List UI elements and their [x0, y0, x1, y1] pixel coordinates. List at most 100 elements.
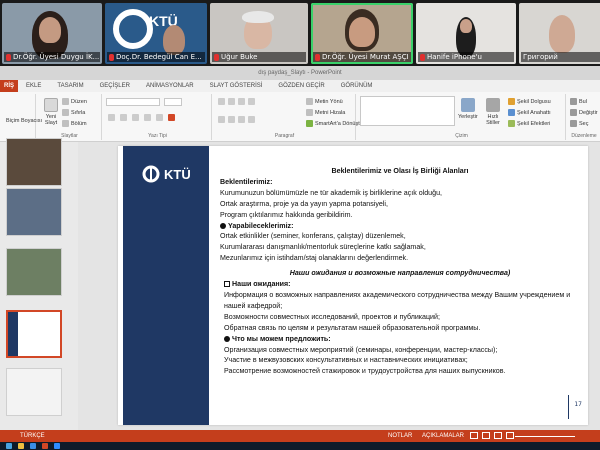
- smartart-button[interactable]: SmartArt'a Dönüştür: [306, 120, 365, 127]
- tab-animations[interactable]: ANİMASYONLAR: [138, 80, 202, 92]
- tab-view[interactable]: GÖRÜNÜM: [333, 80, 381, 92]
- italic-icon[interactable]: [120, 114, 127, 121]
- logo-text: KTÜ: [164, 166, 191, 182]
- new-slide-button[interactable]: Yeni Slayt: [40, 98, 62, 126]
- font-name-dropdown[interactable]: [106, 98, 160, 106]
- notes-button[interactable]: NOTLAR: [388, 433, 412, 439]
- slide-sorter-icon[interactable]: [482, 432, 490, 439]
- justify-icon[interactable]: [248, 116, 255, 123]
- slide-text-line: Beklentilerimiz ve Olası İş Birliği Alan…: [220, 166, 580, 177]
- paragraph-group-label: Paragraf: [274, 133, 295, 139]
- slide-text-line: Обратная связь по целям и результатам на…: [220, 323, 580, 334]
- slide-thumbnail[interactable]: [6, 368, 62, 416]
- text-direction-button[interactable]: Metin Yönü: [306, 98, 343, 105]
- comments-button[interactable]: AÇIKLAMALAR: [422, 433, 464, 439]
- participant-name: Dr.Öğr. Üyesi Duygu İK...: [13, 53, 100, 61]
- find-icon: [570, 98, 577, 105]
- slide-text-line: Информация о возможных направлениях акад…: [220, 290, 580, 312]
- slide-thumbnail-selected[interactable]: [6, 310, 62, 358]
- participant-tile-3[interactable]: Uğur Buke: [210, 3, 308, 64]
- bold-icon[interactable]: [108, 114, 115, 121]
- powerpoint-icon[interactable]: [42, 443, 48, 449]
- select-button[interactable]: Seç: [570, 120, 588, 127]
- format-painter-button[interactable]: Biçim Boyacısı: [6, 118, 42, 124]
- slide-line-text: Что мы можем предложить:: [232, 334, 331, 343]
- increase-indent-icon[interactable]: [248, 98, 255, 105]
- slide-thumbnail[interactable]: [6, 248, 62, 296]
- align-center-icon[interactable]: [228, 116, 235, 123]
- underline-icon[interactable]: [132, 114, 139, 121]
- arrange-button[interactable]: Yerleştir: [458, 98, 478, 120]
- slide-thumbnail[interactable]: [6, 138, 62, 186]
- normal-view-icon[interactable]: [470, 432, 478, 439]
- slide-line-text: Организация совместных мероприятий (семи…: [224, 345, 498, 354]
- slide-line-text: Возможности совместных исследований, про…: [224, 312, 440, 321]
- slide-line-text: Ortak etkinlikler (seminer, konferans, ç…: [220, 232, 406, 241]
- font-size-dropdown[interactable]: [164, 98, 182, 106]
- quick-styles-icon: [486, 98, 500, 112]
- shadow-icon[interactable]: [144, 114, 151, 121]
- mic-muted-icon: [109, 53, 114, 61]
- slide-thumbnail[interactable]: [6, 188, 62, 236]
- mic-muted-icon: [214, 53, 219, 61]
- browser-icon[interactable]: [30, 443, 36, 449]
- participant-tile-1[interactable]: Dr.Öğr. Üyesi Duygu İK...: [2, 3, 102, 64]
- tab-review[interactable]: GÖZDEN GEÇİR: [270, 80, 332, 92]
- participant-tile-6[interactable]: Григорий: [519, 3, 600, 64]
- reading-view-icon[interactable]: [494, 432, 502, 439]
- decrease-indent-icon[interactable]: [238, 98, 245, 105]
- tab-insert[interactable]: EKLE: [18, 80, 49, 92]
- slide-side-band: KTÜ: [123, 146, 209, 425]
- video-strip: Dr.Öğr. Üyesi Duygu İK... KTÜ Doç.Dr. Be…: [0, 0, 600, 66]
- align-left-icon[interactable]: [218, 116, 225, 123]
- tab-home[interactable]: RİŞ: [0, 80, 19, 92]
- taskbar: [0, 442, 600, 450]
- numbering-icon[interactable]: [228, 98, 235, 105]
- file-explorer-icon[interactable]: [18, 443, 24, 449]
- align-text-label: Metni Hizala: [315, 109, 346, 116]
- shape-effects-button[interactable]: Şekil Efektleri: [508, 120, 550, 127]
- current-slide[interactable]: KTÜ Beklentilerimiz ve Olası İş Birliği …: [118, 146, 588, 425]
- list-buttons: [218, 98, 255, 105]
- reset-button[interactable]: Sıfırla: [62, 109, 85, 116]
- shape-fill-button[interactable]: Şekil Dolgusu: [508, 98, 551, 105]
- align-text-button[interactable]: Metni Hizala: [306, 109, 345, 116]
- slide-text-line: Рассмотрение возможностей стажировок и т…: [220, 366, 580, 377]
- quick-styles-label: Hızlı Stiller: [486, 114, 500, 126]
- tab-design[interactable]: TASARIM: [49, 80, 91, 92]
- bullet-icon: [220, 222, 226, 229]
- quick-styles-button[interactable]: Hızlı Stiller: [482, 98, 504, 126]
- align-buttons: [218, 116, 255, 123]
- reset-icon: [62, 109, 69, 116]
- participant-tile-5[interactable]: Hanife iPhone'u: [416, 3, 516, 64]
- layout-button[interactable]: Düzen: [62, 98, 87, 105]
- mic-muted-icon: [6, 53, 11, 61]
- participant-tile-4[interactable]: Dr.Öğr. Üyesi Murat AŞÇI: [311, 3, 413, 64]
- video-call-icon[interactable]: [54, 443, 60, 449]
- section-button[interactable]: Bölüm: [62, 120, 87, 127]
- slide-text-line: Program çıktılarımız hakkında geribildir…: [220, 210, 580, 221]
- format-painter-label: Biçim Boyacısı: [6, 118, 43, 124]
- slide-text-line: Ortak etkinlikler (seminer, konferans, ç…: [220, 231, 580, 242]
- select-label: Seç: [579, 120, 589, 127]
- align-text-icon: [306, 109, 313, 116]
- align-right-icon[interactable]: [238, 116, 245, 123]
- slideshow-icon[interactable]: [506, 432, 514, 439]
- font-color-icon[interactable]: [168, 114, 175, 121]
- strikethrough-icon[interactable]: [156, 114, 163, 121]
- ktu-logo: KTÜ: [141, 164, 191, 184]
- find-button[interactable]: Bul: [570, 98, 587, 105]
- tab-slideshow[interactable]: SLAYT GÖSTERİSİ: [202, 80, 271, 92]
- start-icon[interactable]: [6, 443, 12, 449]
- slide-text-line: Beklentilerimiz:: [220, 177, 580, 188]
- tab-transitions[interactable]: GEÇİŞLER: [92, 80, 138, 92]
- language-indicator[interactable]: TÜRKÇE: [20, 433, 45, 439]
- zoom-slider[interactable]: [515, 436, 575, 437]
- participant-tile-2[interactable]: KTÜ Doç.Dr. Bedegül Can E...: [105, 3, 207, 64]
- bullets-icon[interactable]: [218, 98, 225, 105]
- shape-outline-button[interactable]: Şekil Anahattı: [508, 109, 551, 116]
- editing-group-label: Düzenleme: [571, 133, 597, 139]
- replace-button[interactable]: Değiştir: [570, 109, 598, 116]
- new-slide-label: Yeni Slayt: [44, 114, 58, 126]
- mic-muted-icon: [315, 53, 320, 61]
